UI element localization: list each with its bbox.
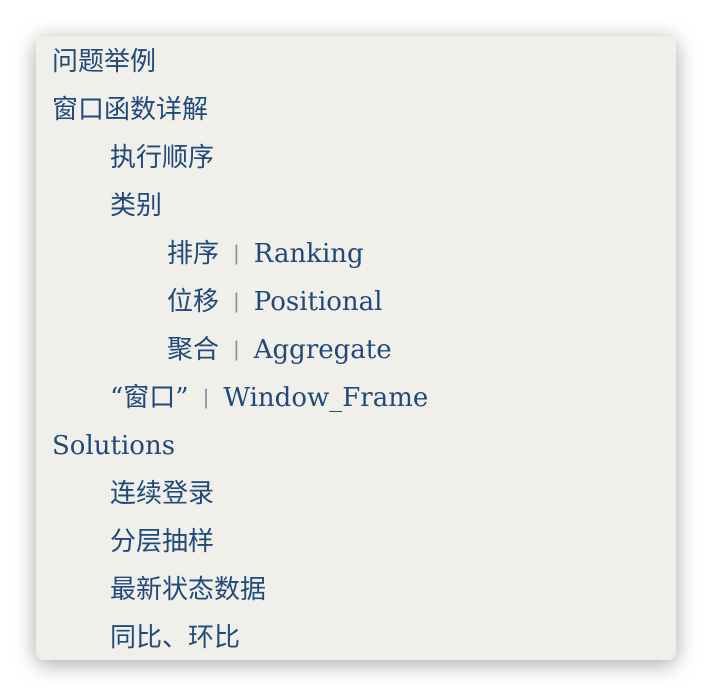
toc-item-label-en: Aggregate bbox=[253, 335, 392, 365]
toc-item-label: 排序 bbox=[167, 239, 220, 269]
toc-item-positional[interactable]: 位移 | Positional bbox=[36, 278, 428, 326]
toc-item-latest-status-data[interactable]: 最新状态数据 bbox=[36, 566, 428, 614]
toc-separator: | bbox=[233, 241, 240, 265]
toc-list: 问题举例 窗口函数详解 执行顺序 类别 排序 | Ranking 位移 | Positi… bbox=[36, 38, 428, 660]
toc-item-label: 执行顺序 bbox=[110, 143, 215, 173]
toc-item-label: 分层抽样 bbox=[110, 527, 215, 557]
toc-item-label: 窗口函数详解 bbox=[52, 95, 209, 125]
toc-separator: | bbox=[202, 385, 210, 409]
table-of-contents-panel: 问题举例 窗口函数详解 执行顺序 类别 排序 | Ranking 位移 | Positi… bbox=[36, 36, 676, 660]
toc-item-label: 聚合 bbox=[167, 335, 220, 365]
toc-separator: | bbox=[233, 289, 240, 313]
toc-item-window-frame[interactable]: “窗口” | Window_Frame bbox=[36, 374, 428, 422]
toc-item-label: “窗口” bbox=[110, 383, 189, 413]
toc-item-execution-order[interactable]: 执行顺序 bbox=[36, 134, 428, 182]
toc-item-label: Solutions bbox=[52, 431, 176, 461]
toc-item-label-en: Window_Frame bbox=[223, 383, 429, 413]
toc-item-solutions[interactable]: Solutions bbox=[36, 422, 428, 470]
toc-item-label: 同比、环比 bbox=[110, 623, 241, 653]
toc-item-stratified-sampling[interactable]: 分层抽样 bbox=[36, 518, 428, 566]
toc-item-yoy-mom[interactable]: 同比、环比 bbox=[36, 614, 428, 660]
toc-item-ranking[interactable]: 排序 | Ranking bbox=[36, 230, 428, 278]
toc-item-label: 类别 bbox=[110, 191, 163, 221]
toc-item-label: 位移 bbox=[167, 287, 220, 317]
toc-item-aggregate[interactable]: 聚合 | Aggregate bbox=[36, 326, 428, 374]
toc-separator: | bbox=[233, 337, 240, 361]
toc-item-categories[interactable]: 类别 bbox=[36, 182, 428, 230]
toc-item-label: 最新状态数据 bbox=[110, 575, 267, 605]
toc-item-label: 问题举例 bbox=[52, 47, 157, 77]
toc-item-label-en: Ranking bbox=[253, 239, 364, 269]
toc-item-window-functions[interactable]: 窗口函数详解 bbox=[36, 86, 428, 134]
toc-item-label: 连续登录 bbox=[110, 479, 215, 509]
toc-item-problem-examples[interactable]: 问题举例 bbox=[36, 38, 428, 86]
toc-item-consecutive-login[interactable]: 连续登录 bbox=[36, 470, 428, 518]
toc-item-label-en: Positional bbox=[253, 287, 383, 317]
